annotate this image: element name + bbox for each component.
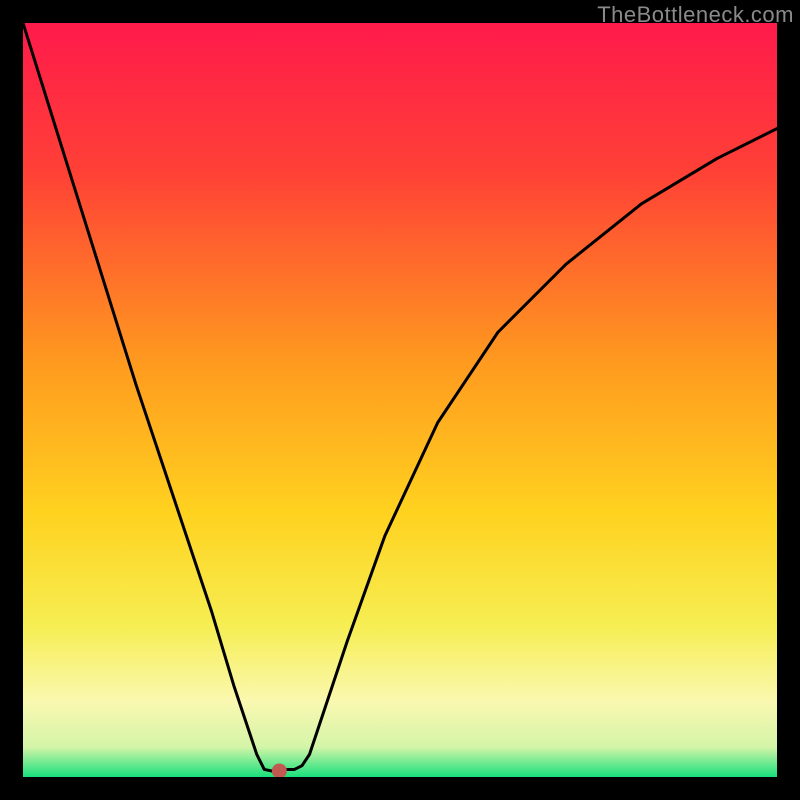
bottleneck-plot	[23, 23, 777, 777]
chart-frame	[23, 23, 777, 777]
gradient-background	[23, 23, 777, 777]
watermark-text: TheBottleneck.com	[597, 2, 794, 28]
